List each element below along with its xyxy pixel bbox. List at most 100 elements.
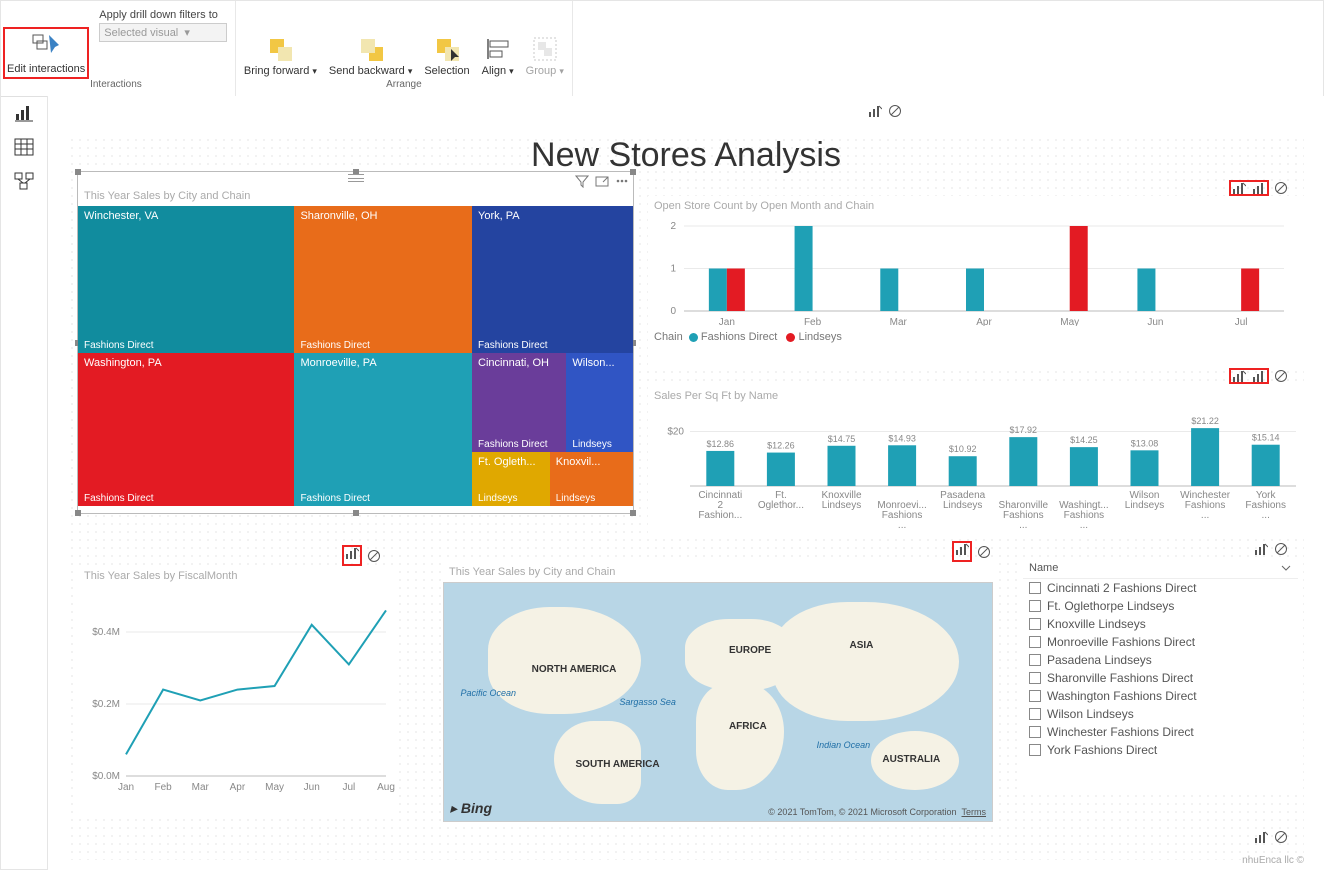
slicer-item-label: Wilson Lindseys [1047, 707, 1134, 721]
interaction-filter-icon[interactable] [955, 542, 969, 556]
svg-text:Jul: Jul [1235, 317, 1248, 326]
map-visual[interactable]: This Year Sales by City and Chain NORTH … [443, 562, 993, 822]
model-view-icon[interactable] [14, 172, 34, 190]
apply-drilldown-label: Apply drill down filters to [99, 9, 218, 21]
interaction-filter-icon[interactable] [1232, 369, 1246, 383]
map-body[interactable]: NORTH AMERICA EUROPE ASIA AFRICA SOUTH A… [443, 582, 993, 822]
focus-mode-icon[interactable] [595, 174, 609, 188]
line-chart: $0.0M$0.2M$0.4MJanFebMarAprMayJunJulAug [78, 586, 398, 806]
checkbox[interactable] [1029, 600, 1041, 612]
svg-text:$0.4M: $0.4M [92, 627, 120, 638]
slicer-header: Name [1029, 562, 1058, 574]
checkbox[interactable] [1029, 708, 1041, 720]
view-rail [0, 96, 48, 870]
slicer-item[interactable]: Knoxville Lindseys [1023, 615, 1298, 633]
filter-icon[interactable] [575, 174, 589, 188]
svg-text:1: 1 [670, 264, 676, 275]
align-button[interactable]: Align ▾ [482, 35, 514, 77]
slicer-item[interactable]: Washington Fashions Direct [1023, 687, 1298, 705]
selection-button[interactable]: Selection [424, 35, 469, 77]
checkbox[interactable] [1029, 654, 1041, 666]
checkbox[interactable] [1029, 726, 1041, 738]
svg-text:...: ... [1201, 510, 1209, 521]
slicer-item-label: Sharonville Fashions Direct [1047, 671, 1193, 685]
treemap-body[interactable]: Winchester, VAFashions Direct Washington… [78, 206, 633, 506]
map-terms-link[interactable]: Terms [962, 807, 987, 817]
slicer-item[interactable]: Winchester Fashions Direct [1023, 723, 1298, 741]
report-view-icon[interactable] [14, 104, 34, 122]
slicer-item[interactable]: Cincinnati 2 Fashions Direct [1023, 579, 1298, 597]
interaction-none-icon[interactable] [1274, 830, 1288, 844]
svg-text:...: ... [1080, 520, 1088, 531]
svg-text:Lindseys: Lindseys [822, 500, 861, 511]
svg-text:...: ... [898, 520, 906, 531]
svg-text:$0.2M: $0.2M [92, 699, 120, 710]
svg-text:...: ... [1262, 510, 1270, 521]
svg-text:Aug: Aug [377, 782, 395, 793]
interaction-none-icon[interactable] [1274, 369, 1288, 383]
send-backward-button[interactable]: Send backward ▾ [329, 35, 412, 77]
slicer-item-label: Ft. Oglethorpe Lindseys [1047, 599, 1174, 613]
svg-text:Jun: Jun [304, 782, 320, 793]
group-button[interactable]: Group ▾ [526, 35, 564, 77]
slicer-item-label: York Fashions Direct [1047, 743, 1157, 757]
slicer-item[interactable]: York Fashions Direct [1023, 741, 1298, 759]
interaction-filter-icon[interactable] [1254, 830, 1268, 844]
storecount-visual[interactable]: Open Store Count by Open Month and Chain… [648, 196, 1308, 366]
svg-text:$14.25: $14.25 [1070, 435, 1098, 445]
svg-text:Fashion...: Fashion... [698, 510, 742, 521]
treemap-visual[interactable]: This Year Sales by City and Chain Winche… [78, 172, 633, 513]
map-title: This Year Sales by City and Chain [443, 562, 993, 582]
slicer-item[interactable]: Monroeville Fashions Direct [1023, 633, 1298, 651]
slicer-item[interactable]: Pasadena Lindseys [1023, 651, 1298, 669]
page-title: New Stores Analysis [48, 136, 1324, 175]
ribbon: Edit interactions Apply drill down filte… [1, 1, 1323, 97]
interaction-highlight-icon[interactable] [1252, 181, 1266, 195]
checkbox[interactable] [1029, 582, 1041, 594]
slicer-item-label: Monroeville Fashions Direct [1047, 635, 1195, 649]
svg-text:Jul: Jul [342, 782, 355, 793]
svg-text:$20: $20 [667, 426, 684, 437]
interaction-highlight-icon[interactable] [1252, 369, 1266, 383]
interaction-filter-icon[interactable] [1232, 181, 1246, 195]
checkbox[interactable] [1029, 744, 1041, 756]
interaction-none-icon[interactable] [1274, 181, 1288, 195]
slicer-item[interactable]: Sharonville Fashions Direct [1023, 669, 1298, 687]
interaction-none-icon[interactable] [888, 104, 902, 118]
svg-text:Mar: Mar [890, 317, 908, 326]
svg-text:$14.75: $14.75 [828, 434, 856, 444]
interaction-filter-icon[interactable] [1254, 542, 1268, 556]
svg-text:...: ... [1019, 520, 1027, 531]
slicer-item-label: Washington Fashions Direct [1047, 689, 1197, 703]
bring-forward-button[interactable]: Bring forward ▾ [244, 35, 317, 77]
checkbox[interactable] [1029, 618, 1041, 630]
interaction-none-icon[interactable] [367, 549, 381, 563]
more-options-icon[interactable] [615, 174, 629, 188]
interaction-none-icon[interactable] [977, 545, 991, 559]
svg-text:$0.0M: $0.0M [92, 771, 120, 782]
svg-text:$13.08: $13.08 [1131, 438, 1159, 448]
sqft-visual[interactable]: Sales Per Sq Ft by Name $20$12.86Cincinn… [648, 386, 1308, 536]
slicer-item[interactable]: Wilson Lindseys [1023, 705, 1298, 723]
report-canvas: New Stores Analysis This Year Sales by C… [48, 96, 1324, 870]
storecount-title: Open Store Count by Open Month and Chain [648, 196, 1308, 216]
slicer-visual[interactable]: Name Cincinnati 2 Fashions Direct Ft. Ogl… [1023, 562, 1298, 792]
data-view-icon[interactable] [14, 138, 34, 156]
interaction-none-icon[interactable] [1274, 542, 1288, 556]
checkbox[interactable] [1029, 672, 1041, 684]
interaction-filter-icon[interactable] [345, 546, 359, 560]
svg-text:2: 2 [670, 221, 676, 232]
interaction-filter-icon[interactable] [868, 104, 882, 118]
svg-text:Oglethor...: Oglethor... [758, 500, 804, 511]
svg-text:$12.26: $12.26 [767, 441, 795, 451]
slicer-item-label: Pasadena Lindseys [1047, 653, 1152, 667]
checkbox[interactable] [1029, 690, 1041, 702]
svg-text:$10.92: $10.92 [949, 444, 977, 454]
chevron-down-icon[interactable] [1280, 562, 1292, 574]
line-visual[interactable]: This Year Sales by FiscalMonth $0.0M$0.2… [78, 566, 398, 816]
edit-interactions-button[interactable]: Edit interactions [5, 29, 87, 77]
slicer-item[interactable]: Ft. Oglethorpe Lindseys [1023, 597, 1298, 615]
svg-text:Feb: Feb [804, 317, 822, 326]
drilldown-visual-select[interactable]: Selected visual ▾ [99, 23, 227, 42]
checkbox[interactable] [1029, 636, 1041, 648]
